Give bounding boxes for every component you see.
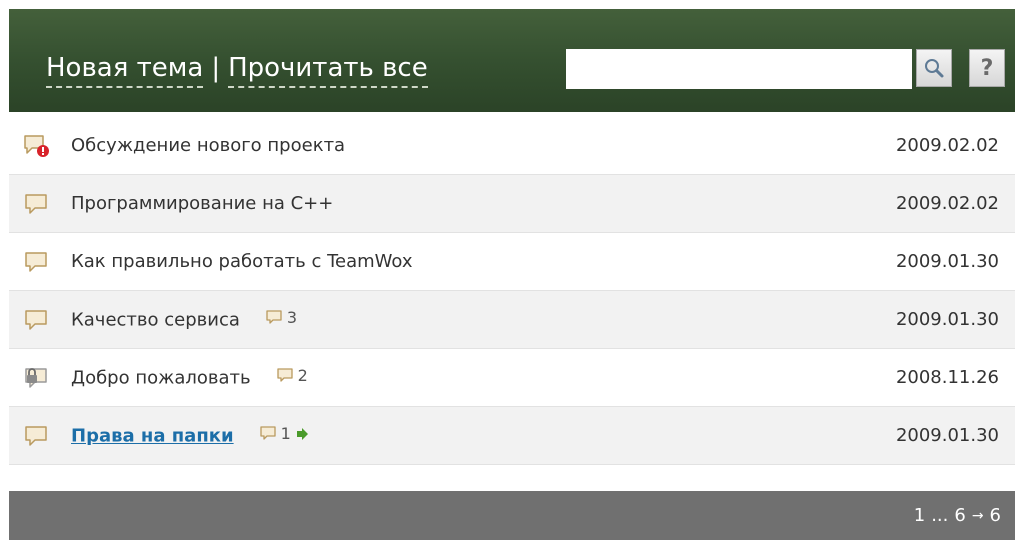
search-input[interactable] — [566, 49, 912, 89]
search-button[interactable] — [916, 49, 952, 87]
read-all-link[interactable]: Прочитать все — [228, 53, 428, 88]
topic-row[interactable]: Обсуждение нового проекта 2009.02.02 — [9, 117, 1015, 175]
topic-date: 2009.02.02 — [895, 135, 999, 156]
comment-icon — [25, 251, 47, 272]
topic-title-link[interactable]: Права на папки — [71, 426, 234, 447]
topic-list: Обсуждение нового проекта 2009.02.02 Про… — [9, 117, 1015, 465]
topic-row[interactable]: Добро пожаловать 2 2008.11.26 — [9, 349, 1015, 407]
comment-icon — [25, 425, 47, 446]
comment-locked-icon — [25, 367, 47, 388]
topic-row[interactable]: Качество сервиса 3 2009.01.30 — [9, 291, 1015, 349]
go-to-new-arrow-icon[interactable] — [295, 427, 309, 441]
page-first-link[interactable]: 1 — [914, 505, 925, 526]
topic-row[interactable]: Права на папки 1 2009.01.30 — [9, 407, 1015, 465]
comment-alert-icon — [24, 134, 49, 157]
forum-panel: Новая тема | Прочитать все ? Обсуждение но… — [0, 0, 1015, 540]
reply-count-value: 1 — [280, 424, 291, 444]
forum-header: Новая тема | Прочитать все ? — [9, 9, 1015, 112]
reply-count-icon — [276, 368, 293, 382]
reply-count: 1 — [259, 424, 312, 444]
topic-date: 2009.01.30 — [895, 251, 999, 272]
new-topic-link[interactable]: Новая тема — [46, 53, 204, 88]
reply-count: 3 — [266, 308, 297, 327]
topic-title[interactable]: Программирование на С++ — [71, 193, 333, 214]
topic-date: 2009.01.30 — [895, 425, 999, 446]
header-actions: Новая тема | Прочитать все — [46, 53, 428, 88]
reply-count-icon — [266, 310, 282, 324]
page-last-link[interactable]: 6 — [990, 505, 1001, 526]
comment-icon — [25, 309, 47, 330]
topic-title[interactable]: Обсуждение нового проекта — [71, 135, 345, 156]
topic-row[interactable]: Программирование на С++ 2009.02.02 — [9, 175, 1015, 233]
topic-date: 2009.02.02 — [895, 193, 999, 214]
topic-title-text: Добро пожаловать — [71, 367, 251, 389]
header-separator: | — [211, 53, 221, 83]
search-icon — [925, 59, 944, 78]
reply-count-icon — [259, 426, 276, 440]
topic-date: 2009.01.30 — [895, 309, 999, 330]
page-arrow-icon: → — [971, 507, 984, 524]
page-current[interactable]: 6 — [954, 505, 965, 526]
reply-count-value: 2 — [297, 366, 308, 386]
topic-row[interactable]: Как правильно работать с TeamWox 2009.01… — [9, 233, 1015, 291]
reply-count-value: 3 — [286, 308, 298, 328]
topic-title[interactable]: Добро пожаловать 2 — [71, 366, 308, 389]
reply-count: 2 — [276, 366, 308, 386]
pagination: 1 ... 6 → 6 — [9, 491, 1015, 540]
topic-title[interactable]: Права на папки 1 — [71, 424, 312, 447]
topic-title[interactable]: Качество сервиса 3 — [71, 308, 297, 331]
topic-title-text: Качество сервиса — [71, 309, 240, 331]
page-ellipsis: ... — [931, 505, 949, 526]
topic-date: 2008.11.26 — [895, 367, 999, 388]
comment-icon — [25, 193, 47, 214]
topic-title[interactable]: Как правильно работать с TeamWox — [71, 251, 413, 272]
help-button[interactable]: ? — [969, 49, 1005, 87]
